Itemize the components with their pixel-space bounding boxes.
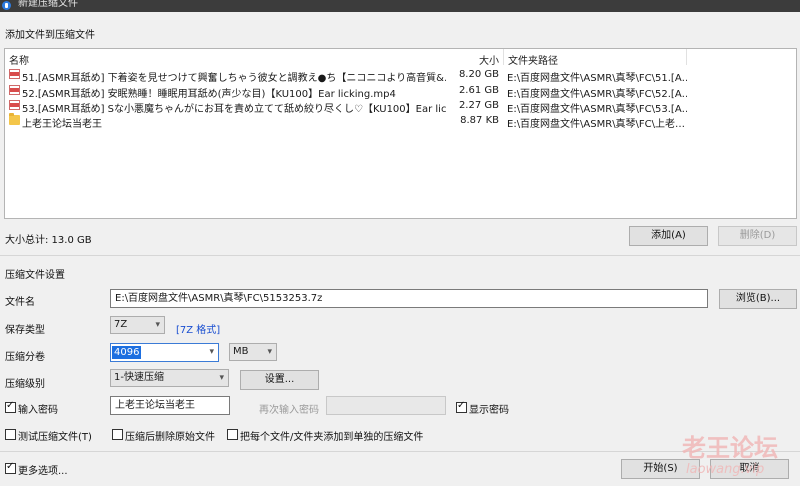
delete-button[interactable]: 删除(D) — [718, 226, 797, 246]
format-info-link[interactable]: [7Z 格式] — [176, 321, 220, 336]
separate-archives-label: 把每个文件/文件夹添加到单独的压缩文件 — [240, 432, 424, 443]
file-size: 2.27 GB — [458, 100, 499, 111]
delete-source-checkbox[interactable] — [112, 429, 123, 440]
confirm-password-input[interactable] — [326, 396, 446, 415]
save-type-value: 7Z — [114, 319, 128, 330]
file-row[interactable]: 上老王论坛当老王 8.87 KB E:\百度网盘文件\ASMR\真琴\FC\上老… — [5, 112, 796, 130]
checkmark-icon: ✓ — [457, 400, 466, 411]
total-size: 大小总计: 13.0 GB — [5, 235, 92, 246]
compression-level-value: 1-快速压缩 — [114, 372, 164, 383]
more-options-label[interactable]: 更多选项... — [18, 462, 68, 477]
settings-button[interactable]: 设置... — [240, 370, 319, 390]
video-file-icon — [9, 100, 20, 110]
delete-source-label: 压缩后删除原始文件 — [125, 432, 215, 443]
folder-icon — [9, 113, 20, 125]
file-path: E:\百度网盘文件\ASMR\真琴\FC\上老… — [507, 119, 686, 130]
save-type-label: 保存类型 — [5, 325, 45, 336]
separate-archives-checkbox[interactable] — [227, 429, 238, 440]
column-divider[interactable] — [503, 49, 504, 65]
column-divider[interactable] — [686, 49, 687, 65]
password-input[interactable]: 上老王论坛当老王 — [110, 396, 230, 415]
more-options-checkbox[interactable]: ✓ — [5, 461, 16, 474]
test-archive-label: 测试压缩文件(T) — [18, 432, 92, 443]
file-list[interactable]: 名称 大小 文件夹路径 51.[ASMR耳舐め] 下着姿を見せつけて興奮しちゃう… — [4, 48, 797, 219]
password-label: 输入密码 — [18, 405, 58, 416]
confirm-password-label: 再次输入密码 — [259, 405, 319, 416]
divider — [0, 255, 800, 256]
divider — [0, 451, 800, 452]
column-header-name[interactable]: 名称 — [9, 52, 29, 67]
file-size: 8.87 KB — [460, 115, 499, 126]
compression-level-label: 压缩级别 — [5, 379, 45, 390]
browse-button[interactable]: 浏览(B)... — [719, 289, 797, 309]
split-unit-select[interactable]: MB ▾ — [229, 343, 277, 361]
show-password-label: 显示密码 — [469, 405, 509, 416]
add-section-title: 添加文件到压缩文件 — [5, 30, 95, 41]
show-password-checkbox[interactable]: ✓ — [456, 400, 467, 413]
file-list-header: 名称 大小 文件夹路径 — [5, 49, 796, 67]
app-icon — [2, 1, 11, 10]
chevron-down-icon: ▾ — [267, 347, 272, 357]
checkmark-icon: ✓ — [6, 461, 15, 472]
filename-input[interactable]: E:\百度网盘文件\ASMR\真琴\FC\5153253.7z — [110, 289, 708, 308]
video-file-icon — [9, 69, 20, 79]
watermark-text: 老王论坛 — [682, 434, 778, 462]
file-row[interactable]: 52.[ASMR耳舐め] 安眠熟睡！睡眠用耳舐め(声少な目)【KU100】Ear… — [5, 82, 796, 100]
test-archive-checkbox[interactable] — [5, 429, 16, 440]
password-checkbox[interactable]: ✓ — [5, 400, 16, 413]
chevron-down-icon: ▾ — [219, 373, 224, 383]
watermark-url: laowang.vip — [686, 462, 765, 477]
column-header-path[interactable]: 文件夹路径 — [508, 52, 558, 67]
split-volume-value: 4096 — [112, 346, 142, 359]
file-row[interactable]: 51.[ASMR耳舐め] 下着姿を見せつけて興奮しちゃう彼女と調教え●ち【ニコニ… — [5, 66, 796, 84]
split-volume-label: 压缩分卷 — [5, 352, 45, 363]
filename-label: 文件名 — [5, 297, 35, 308]
file-size: 8.20 GB — [458, 69, 499, 80]
add-button[interactable]: 添加(A) — [629, 226, 708, 246]
save-type-select[interactable]: 7Z ▾ — [110, 316, 165, 334]
file-row[interactable]: 53.[ASMR耳舐め] Sな小悪魔ちゃんがにお耳を責め立てて舐め絞り尽くし♡【… — [5, 97, 796, 115]
split-volume-combo[interactable]: 4096 ▾ — [110, 343, 219, 362]
window-title: 新建压缩文件 — [18, 0, 78, 9]
settings-section-title: 压缩文件设置 — [5, 270, 65, 281]
chevron-down-icon: ▾ — [155, 320, 160, 330]
compression-level-select[interactable]: 1-快速压缩 ▾ — [110, 369, 229, 387]
file-size: 2.61 GB — [458, 85, 499, 96]
chevron-down-icon: ▾ — [209, 347, 214, 357]
checkmark-icon: ✓ — [6, 400, 15, 411]
split-unit-value: MB — [233, 346, 249, 357]
title-bar: 新建压缩文件 — [0, 0, 800, 12]
file-name: 上老王论坛当老王 — [22, 119, 102, 130]
column-header-size[interactable]: 大小 — [479, 52, 499, 67]
video-file-icon — [9, 85, 20, 95]
